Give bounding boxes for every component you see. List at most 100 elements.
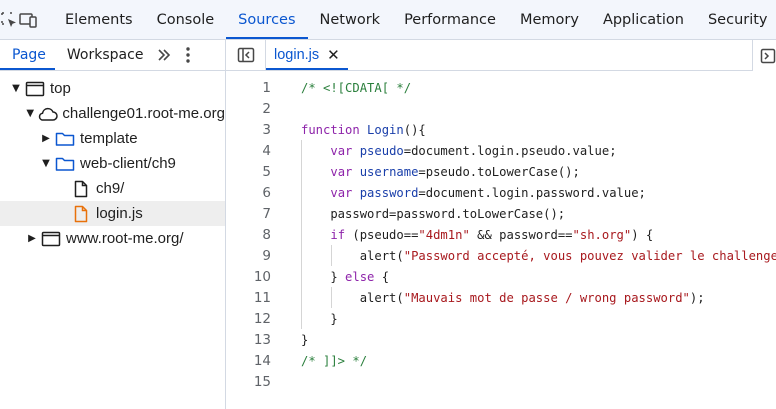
code-text: var pseudo=document.login.pseudo.value; (301, 143, 617, 158)
code-line[interactable]: 2 (226, 98, 776, 119)
code-token: pseudo (359, 143, 404, 158)
collapsed-arrow-icon[interactable]: ▶ (26, 233, 38, 245)
code-line[interactable]: 14 /* ]]> */ (226, 350, 776, 371)
tab-security[interactable]: Security (696, 0, 776, 39)
code-text: } else { (301, 270, 389, 284)
js-file-icon (70, 205, 92, 223)
tab-sources[interactable]: Sources (226, 0, 308, 39)
folder-icon (54, 130, 76, 148)
tree-item[interactable]: ch9/ (0, 176, 225, 201)
tree-item[interactable]: ▼ top (0, 76, 225, 101)
tree-item-label: template (80, 130, 138, 147)
line-number[interactable]: 6 (226, 185, 271, 201)
tab-console[interactable]: Console (145, 0, 227, 39)
code-token: "sh.org" (572, 227, 632, 242)
line-number[interactable]: 8 (226, 227, 271, 243)
tree-item[interactable]: ▼ web-client/ch9 (0, 151, 225, 176)
folder-icon (54, 155, 76, 173)
tree-item[interactable]: login.js (0, 201, 225, 226)
code-token: } (301, 311, 338, 326)
code-line[interactable]: 11 alert("Mauvais mot de passe / wrong p… (226, 287, 776, 308)
line-number[interactable]: 15 (226, 374, 271, 390)
close-icon[interactable]: ✕ (327, 46, 340, 64)
code-line[interactable]: 1 /* <![CDATA[ */ (226, 77, 776, 98)
file-tab-label: login.js (274, 47, 320, 63)
tab-network[interactable]: Network (308, 0, 393, 39)
file-tree: ▼ top ▼ challenge01.root-me.org ▶ template ▼ we… (0, 71, 225, 251)
code-token: password=password.toLowerCase(); (301, 206, 566, 221)
code-token: "Mauvais mot de passe / wrong password" (403, 290, 690, 305)
code-line[interactable]: 9 alert("Password accepté, vous pouvez v… (226, 245, 776, 266)
line-number[interactable]: 9 (226, 248, 271, 264)
code-token: /* <![CDATA[ */ (301, 80, 412, 95)
line-number[interactable]: 2 (226, 101, 271, 117)
device-toolbar-icon[interactable] (18, 0, 38, 39)
code-area[interactable]: 1 /* <![CDATA[ */ 2 3 function Login(){4 var… (226, 71, 776, 409)
tree-item-label: ch9/ (96, 180, 125, 197)
line-number[interactable]: 7 (226, 206, 271, 222)
code-line[interactable]: 13} (226, 329, 776, 350)
code-token: (){ (403, 122, 426, 137)
line-number[interactable]: 3 (226, 122, 271, 138)
frame-icon (24, 80, 46, 98)
tree-item-label: top (50, 80, 71, 97)
code-token: function (301, 122, 368, 137)
collapsed-arrow-icon[interactable]: ▶ (40, 133, 52, 145)
more-tabs-icon[interactable] (152, 40, 176, 70)
tab-elements[interactable]: Elements (53, 0, 145, 39)
line-number[interactable]: 13 (226, 332, 271, 348)
line-number[interactable]: 11 (226, 290, 271, 306)
line-number[interactable]: 4 (226, 143, 271, 159)
more-options-icon[interactable] (176, 40, 200, 70)
code-line[interactable]: 7 password=password.toLowerCase(); (226, 203, 776, 224)
code-text: } (301, 333, 308, 347)
code-text: var username=pseudo.toLowerCase(); (301, 165, 580, 179)
tab-memory[interactable]: Memory (508, 0, 591, 39)
code-line[interactable]: 10 } else { (226, 266, 776, 287)
inspect-element-icon[interactable] (0, 0, 18, 39)
code-text: password=password.toLowerCase(); (301, 207, 565, 221)
sources-navigator: Page Workspace ▼ top ▼ challenge01.root-me.… (0, 40, 226, 409)
tab-application[interactable]: Application (591, 0, 696, 39)
code-token: "Password accepté, vous pouvez valider l… (403, 248, 776, 263)
code-token: /* ]]> */ (301, 353, 368, 368)
code-text: } (301, 311, 338, 326)
toggle-navigator-icon[interactable] (226, 40, 266, 70)
tab-workspace[interactable]: Workspace (55, 40, 153, 70)
expanded-arrow-icon[interactable]: ▼ (40, 158, 52, 170)
expanded-arrow-icon[interactable]: ▼ (10, 83, 22, 95)
code-line[interactable]: 12 } (226, 308, 776, 329)
code-editor: login.js ✕ 1 /* <![CDATA[ */ 2 3 function Lo… (226, 40, 776, 409)
code-text: alert("Mauvais mot de passe / wrong pass… (301, 291, 705, 305)
code-token: =pseudo.toLowerCase(); (418, 164, 580, 179)
cloud-icon (36, 105, 59, 123)
tab-performance[interactable]: Performance (392, 0, 508, 39)
code-text: /* <![CDATA[ */ (301, 81, 411, 95)
code-line[interactable]: 3 function Login(){ (226, 119, 776, 140)
tree-item[interactable]: ▼ challenge01.root-me.org (0, 101, 225, 126)
code-token: =document.login.pseudo.value; (403, 143, 617, 158)
code-line[interactable]: 8 if (pseudo=="4dm1n" && password=="sh.o… (226, 224, 776, 245)
tree-item[interactable]: ▶ template (0, 126, 225, 151)
line-number[interactable]: 14 (226, 353, 271, 369)
indent-guide (301, 140, 302, 329)
devtools-toolbar: Elements Console Sources Network Performance… (0, 0, 776, 40)
line-number[interactable]: 12 (226, 311, 271, 327)
line-number[interactable]: 10 (226, 269, 271, 285)
code-line[interactable]: 6 var password=document.login.password.v… (226, 182, 776, 203)
toggle-debugger-icon[interactable] (752, 40, 776, 71)
code-token: alert( (301, 290, 404, 305)
code-line[interactable]: 4 var pseudo=document.login.pseudo.value… (226, 140, 776, 161)
code-line[interactable]: 15 (226, 371, 776, 392)
tab-page[interactable]: Page (0, 40, 55, 70)
code-token: if (330, 227, 353, 242)
tree-item[interactable]: ▶ www.root-me.org/ (0, 226, 225, 251)
file-tab-login-js[interactable]: login.js ✕ (266, 40, 348, 70)
line-number[interactable]: 1 (226, 80, 271, 96)
code-token: var (330, 143, 360, 158)
line-number[interactable]: 5 (226, 164, 271, 180)
expanded-arrow-icon[interactable]: ▼ (26, 108, 34, 120)
code-line[interactable]: 5 var username=pseudo.toLowerCase(); (226, 161, 776, 182)
